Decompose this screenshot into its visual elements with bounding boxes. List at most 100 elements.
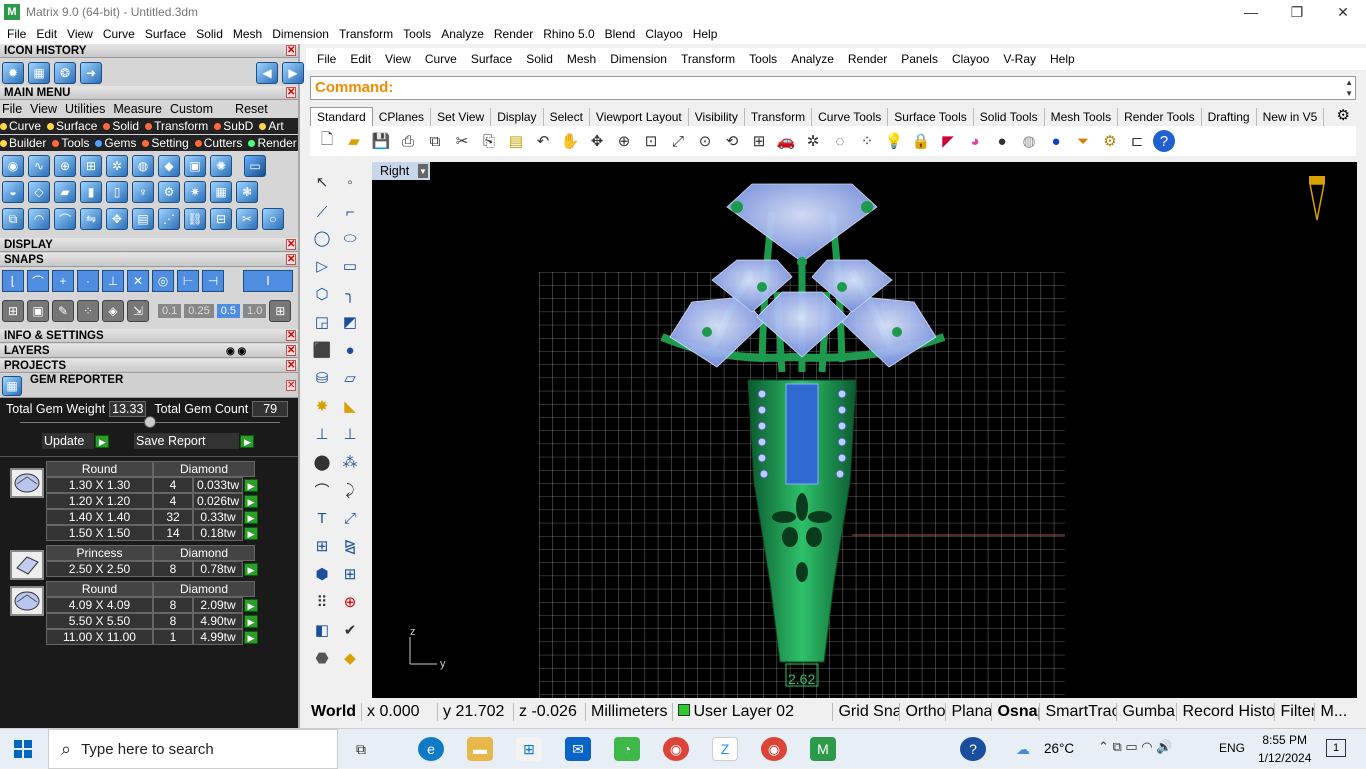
mesh-plane-icon[interactable]: ▱	[338, 366, 362, 390]
tab-render-tools[interactable]: Render Tools	[1118, 108, 1202, 126]
select-gem-button[interactable]: ▶	[244, 598, 258, 612]
gem-setting-icon[interactable]: ❂	[54, 62, 76, 84]
lock-icon[interactable]: 🔒	[910, 130, 932, 152]
prong-icon[interactable]: ✲	[106, 155, 128, 177]
add-curve-icon[interactable]: ⊕	[54, 155, 76, 177]
snap-value-1[interactable]: 0.25	[184, 304, 214, 318]
mm-view[interactable]: View	[30, 102, 57, 116]
menu-render[interactable]: Render	[489, 27, 538, 41]
move-icon[interactable]: ✥	[106, 208, 128, 230]
rectangle-icon[interactable]: ▭	[338, 254, 362, 278]
flow-icon[interactable]: ⋰	[158, 208, 180, 230]
close-icon[interactable]: ✕	[286, 360, 296, 371]
menu-clayoo[interactable]: Clayoo	[640, 27, 687, 41]
measure-icon[interactable]: ⊞	[338, 562, 362, 586]
tab-new-in-v5[interactable]: New in V5	[1257, 108, 1325, 126]
help-icon[interactable]: ?	[1153, 130, 1175, 152]
rmenu-curve[interactable]: Curve	[418, 52, 464, 66]
mm-link-render[interactable]: Render	[248, 136, 297, 150]
dimension-icon[interactable]: ⊏	[1126, 130, 1148, 152]
chrome-icon-2[interactable]: ◉	[761, 737, 787, 761]
mm-link-solid[interactable]: Solid	[103, 119, 139, 133]
mm-link-subd[interactable]: SubD	[214, 119, 253, 133]
mm-link-surface[interactable]: Surface	[47, 119, 97, 133]
rmenu-transform[interactable]: Transform	[674, 52, 742, 66]
export-icon[interactable]: ⧉	[424, 130, 446, 152]
tab-set-view[interactable]: Set View	[431, 108, 492, 126]
tab-display[interactable]: Display	[491, 108, 544, 126]
sprue-icon[interactable]: ✷	[184, 181, 206, 203]
menu-dimension[interactable]: Dimension	[267, 27, 334, 41]
mm-link-tools[interactable]: Tools	[52, 136, 89, 150]
mail-icon[interactable]: ✉	[565, 737, 591, 761]
arc-icon[interactable]: ▷	[310, 254, 334, 278]
dimension-icon[interactable]: ⤢	[338, 506, 362, 530]
polygon-icon[interactable]: ⬡	[310, 282, 334, 306]
split-icon[interactable]: ◣	[338, 394, 362, 418]
panel-toggle-icon[interactable]: ▭	[244, 155, 266, 177]
array-icon[interactable]: ⊞	[310, 534, 334, 558]
menu-mesh[interactable]: Mesh	[228, 27, 267, 41]
open-folder-icon[interactable]: ▰	[343, 130, 365, 152]
snap-near-icon[interactable]: ⌒	[27, 270, 49, 292]
transform-box-icon[interactable]: ⬢	[310, 562, 334, 586]
select-gem-button[interactable]: ▶	[244, 526, 258, 540]
box-icon[interactable]: ▣	[27, 300, 49, 322]
text-icon[interactable]: T	[310, 506, 334, 530]
menu-surface[interactable]: Surface	[140, 27, 191, 41]
tab-visibility[interactable]: Visibility	[689, 108, 745, 126]
circle-icon[interactable]: ○	[262, 208, 284, 230]
explode-icon[interactable]: ✸	[310, 394, 334, 418]
close-icon[interactable]: ✕	[286, 45, 296, 56]
material-sphere-icon[interactable]: ●	[1045, 130, 1067, 152]
menu-file[interactable]: File	[2, 27, 31, 41]
close-icon[interactable]: ✕	[286, 254, 296, 265]
rmenu-dimension[interactable]: Dimension	[603, 52, 674, 66]
print-icon[interactable]: ⎙	[397, 130, 419, 152]
viewport-right[interactable]: Right ▼ 2.62 z y	[372, 162, 1357, 698]
filter-icon[interactable]: ⏷	[1072, 130, 1094, 152]
save-icon[interactable]: 💾	[370, 130, 392, 152]
dots-icon[interactable]: ⁘	[77, 300, 99, 322]
gear-icon[interactable]: ✹	[2, 62, 24, 84]
grid-array-icon[interactable]: ⠿	[310, 590, 334, 614]
select-gem-button[interactable]: ▶	[244, 630, 258, 644]
color-wheel-icon[interactable]: ◕	[964, 130, 986, 152]
layer-eye-icon[interactable]: ◉ ◉	[226, 345, 246, 359]
menu-analyze[interactable]: Analyze	[436, 27, 489, 41]
polyline-icon[interactable]: ⟋	[310, 200, 334, 224]
light-bulb-icon[interactable]: 💡	[883, 130, 905, 152]
extrude-surface-icon[interactable]: ◩	[338, 310, 362, 334]
mm-link-builder[interactable]: Builder	[0, 136, 46, 150]
rmenu-clayoo[interactable]: Clayoo	[945, 52, 996, 66]
snap-perp-icon[interactable]: ⊢	[177, 270, 199, 292]
weather-icon[interactable]: ☁	[1010, 737, 1036, 761]
menu-rhino5[interactable]: Rhino 5.0	[538, 27, 599, 41]
filter-toggle[interactable]: Filter	[1275, 703, 1316, 721]
tab-transform[interactable]: Transform	[745, 108, 813, 126]
mm-link-curve[interactable]: Curve	[0, 119, 41, 133]
notification-icon[interactable]: 1	[1326, 739, 1346, 757]
gumball-icon[interactable]: ⊕	[338, 590, 362, 614]
head-icon[interactable]: ♆	[132, 181, 154, 203]
cutter-icon[interactable]: ✂	[236, 208, 258, 230]
menu-edit[interactable]: Edit	[31, 27, 62, 41]
gumball-toggle[interactable]: Gumball	[1117, 703, 1178, 721]
grid-snap-icon[interactable]: ✲	[802, 130, 824, 152]
task-view-icon[interactable]: ⧉	[348, 737, 374, 761]
main-menu-header[interactable]: MAIN MENU ✕	[0, 86, 298, 100]
osnap-toggle[interactable]: Osnap	[992, 703, 1041, 721]
mm-reset[interactable]: Reset	[235, 102, 268, 116]
copy-icon[interactable]: ⎘	[478, 130, 500, 152]
tray-icons[interactable]: ⌃ ⧉ ▭ ◠ 🔊	[1098, 739, 1172, 755]
move-view-icon[interactable]: ✥	[586, 130, 608, 152]
osnap-icon[interactable]: ◌	[829, 130, 851, 152]
calculator-icon[interactable]: ▦	[28, 62, 50, 84]
camera-icon[interactable]: ▣	[184, 155, 206, 177]
select-gem-button[interactable]: ▶	[244, 614, 258, 628]
band-icon[interactable]: ◒	[2, 181, 24, 203]
close-icon[interactable]: ✕	[286, 380, 296, 391]
snap-end-icon[interactable]: ⌊	[2, 270, 24, 292]
rmenu-analyze[interactable]: Analyze	[784, 52, 841, 66]
curve-cv-icon[interactable]: ⌐	[338, 200, 362, 224]
